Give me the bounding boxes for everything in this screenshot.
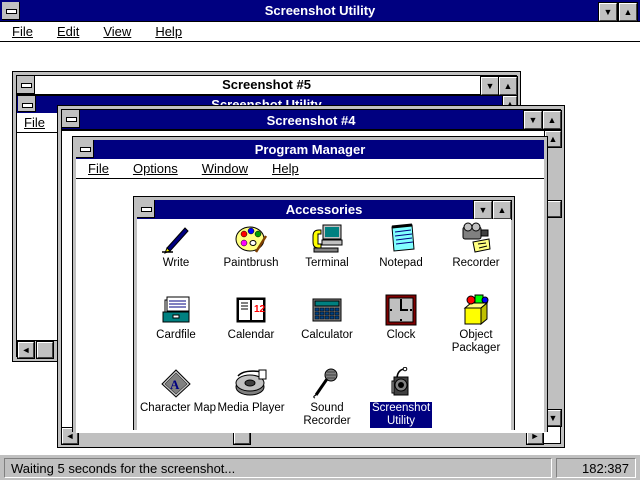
program-item-label: Paintbrush — [223, 257, 279, 269]
paintbrush-icon — [235, 226, 268, 253]
screenshot-5-scroll-left-button[interactable]: ◄ — [17, 341, 35, 359]
program-item-recorder[interactable]: Recorder — [438, 222, 514, 270]
character-map-icon: A — [161, 369, 191, 398]
accessories-minimize-button[interactable]: ▼ — [473, 200, 493, 220]
program-item-terminal[interactable]: Terminal — [289, 222, 365, 270]
accessories-title: Accessories — [285, 202, 363, 217]
program-manager-system-menu-icon[interactable] — [76, 140, 94, 158]
program-item-label: Recorder — [452, 257, 500, 269]
main-menu-view[interactable]: View — [97, 24, 137, 39]
status-coordinates: 182:387 — [556, 458, 636, 478]
pm-menu-help[interactable]: Help — [266, 161, 305, 176]
pm-menu-options[interactable]: Options — [127, 161, 184, 176]
program-item-label: Write — [162, 257, 190, 269]
status-message: Waiting 5 seconds for the screenshot... — [4, 458, 552, 478]
media-player-icon — [235, 369, 267, 396]
program-item-label: Terminal — [305, 257, 349, 269]
main-menu-file[interactable]: File — [6, 24, 39, 39]
program-item-label: Character Map — [140, 402, 217, 414]
program-item-cardfile[interactable]: Cardfile — [138, 294, 214, 342]
program-item-media-player[interactable]: Media Player — [213, 367, 289, 415]
screenshot-4-minimize-button[interactable]: ▼ — [523, 110, 543, 130]
write-icon — [162, 227, 189, 254]
program-item-sound-recorder[interactable]: Sound Recorder — [289, 367, 365, 428]
program-item-screenshot-utility[interactable]: Screenshot Utility — [363, 367, 439, 428]
screenshot-5-inner-system-icon — [18, 96, 36, 112]
object-packager-icon — [463, 294, 489, 326]
program-manager-titlebar[interactable]: Program Manager — [76, 140, 544, 159]
program-item-clock[interactable]: Clock — [363, 294, 439, 342]
screenshot-4-titlebar[interactable]: Screenshot #4 — [61, 109, 561, 130]
program-item-label: Clock — [386, 329, 416, 341]
screenshot-utility-icon — [391, 367, 409, 396]
program-item-notepad[interactable]: Notepad — [363, 222, 439, 270]
screenshot-5-titlebar[interactable]: Screenshot #5 — [16, 75, 517, 95]
program-item-label: Calendar — [227, 329, 275, 341]
main-menu-edit[interactable]: Edit — [51, 24, 85, 39]
screenshot-5-title: Screenshot #5 — [222, 77, 311, 92]
program-item-label: Object Packager — [451, 329, 501, 354]
program-item-calendar[interactable]: 12 Calendar — [213, 294, 289, 342]
program-item-label-selected: Screenshot Utility — [370, 402, 432, 428]
screenshot-5-hscroll[interactable]: ◄ — [17, 340, 61, 359]
screenshot-4-title: Screenshot #4 — [266, 113, 356, 128]
svg-text:A: A — [170, 377, 180, 392]
calendar-icon: 12 — [236, 297, 266, 323]
main-menu-help[interactable]: Help — [149, 24, 188, 39]
screenshot-5-hscroll-thumb[interactable] — [36, 341, 54, 359]
accessories-maximize-button[interactable]: ▲ — [492, 200, 512, 220]
sound-recorder-icon — [313, 368, 338, 399]
program-item-calculator[interactable]: Calculator — [289, 294, 365, 342]
screenshot-5-minimize-button[interactable]: ▼ — [480, 76, 500, 96]
pm-menu-file[interactable]: File — [82, 161, 115, 176]
calendar-icon-digits: 12 — [254, 304, 266, 315]
screenshot-5-inner-menu-file[interactable]: File — [24, 115, 45, 130]
pm-menu-window[interactable]: Window — [196, 161, 254, 176]
program-item-label: Cardfile — [156, 329, 196, 341]
program-item-character-map[interactable]: A Character Map — [138, 367, 216, 415]
recorder-icon — [462, 222, 491, 253]
screenshot-4-maximize-button[interactable]: ▲ — [542, 110, 562, 130]
program-manager-menubar: File Options Window Help — [76, 159, 544, 179]
clock-icon — [385, 294, 417, 326]
program-item-paintbrush[interactable]: Paintbrush — [213, 222, 289, 270]
screenshot-4-system-menu-icon[interactable] — [62, 110, 80, 128]
main-title: Screenshot Utility — [264, 3, 376, 18]
main-system-menu-icon[interactable] — [2, 2, 20, 20]
program-item-label: Notepad — [379, 257, 423, 269]
screenshot-5-maximize-button[interactable]: ▲ — [498, 76, 518, 96]
accessories-system-menu-icon[interactable] — [137, 200, 155, 218]
program-item-label: Calculator — [301, 329, 353, 341]
program-item-label: Media Player — [217, 402, 285, 414]
cardfile-icon — [162, 296, 190, 323]
main-menubar: File Edit View Help — [0, 22, 640, 42]
main-maximize-button[interactable]: ▲ — [618, 2, 638, 22]
main-minimize-button[interactable]: ▼ — [598, 2, 618, 22]
program-item-object-packager[interactable]: Object Packager — [438, 294, 514, 355]
program-manager-title: Program Manager — [254, 142, 366, 157]
calculator-icon — [312, 298, 342, 322]
program-item-write[interactable]: Write — [138, 222, 214, 270]
notepad-icon — [391, 223, 415, 252]
program-item-label: Sound Recorder — [303, 402, 351, 427]
screenshot-5-system-menu-icon[interactable] — [17, 76, 35, 94]
main-titlebar[interactable]: Screenshot Utility — [0, 0, 640, 22]
terminal-icon — [312, 224, 343, 253]
accessories-titlebar[interactable]: Accessories — [137, 200, 511, 219]
status-bar: Waiting 5 seconds for the screenshot... … — [0, 454, 640, 480]
